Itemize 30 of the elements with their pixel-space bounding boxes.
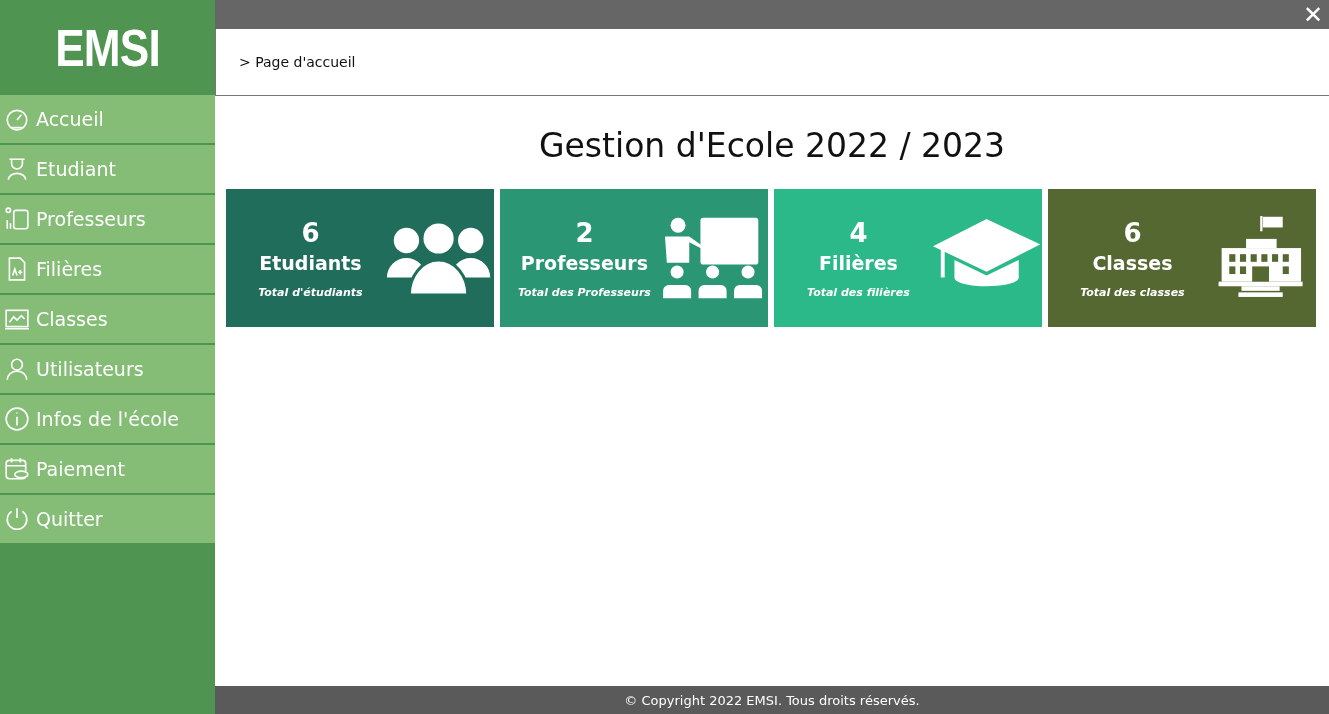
page-title: Gestion d'Ecole 2022 / 2023 <box>538 126 1006 165</box>
stat-caption: Total des Professeurs <box>517 285 651 299</box>
sidebar-item[interactable]: Professeurs <box>0 195 215 243</box>
sidebar-item[interactable]: Paiement <box>0 445 215 493</box>
calendar-icon <box>4 456 30 482</box>
sidebar-item[interactable]: Infos de l'école <box>0 395 215 443</box>
stat-caption: Total des classes <box>1080 285 1185 299</box>
sidebar-item[interactable]: Etudiant <box>0 145 215 193</box>
stat-count: 6 <box>1123 217 1142 248</box>
copyright-text: © Copyright 2022 EMSI. Tous droits réservés. <box>624 692 920 708</box>
stat-count: 6 <box>301 217 320 248</box>
stat-label: Professeurs <box>520 251 649 274</box>
stat-count: 4 <box>849 217 868 248</box>
stat-count: 2 <box>575 217 594 248</box>
sidebar-item[interactable]: Quitter <box>0 495 215 543</box>
power-icon <box>4 506 30 532</box>
stat-label: Classes <box>1092 251 1173 274</box>
sidebar-item[interactable]: Accueil <box>0 95 215 143</box>
stat-caption: Total des filières <box>807 285 910 299</box>
sidebar-item[interactable]: Classes <box>0 295 215 343</box>
stat-label: Etudiants <box>259 251 362 274</box>
logo: EMSI <box>55 17 160 78</box>
sidebar-item[interactable]: Utilisateurs <box>0 345 215 393</box>
info-icon <box>4 406 30 432</box>
user-icon <box>4 356 30 382</box>
sidebar-item[interactable]: Filières <box>0 245 215 293</box>
close-button[interactable]: ✕ <box>1296 0 1329 29</box>
stat-label: Filières <box>818 251 898 274</box>
stat-caption: Total d'étudiants <box>258 285 363 299</box>
breadcrumb: > Page d'accueil <box>239 54 356 70</box>
